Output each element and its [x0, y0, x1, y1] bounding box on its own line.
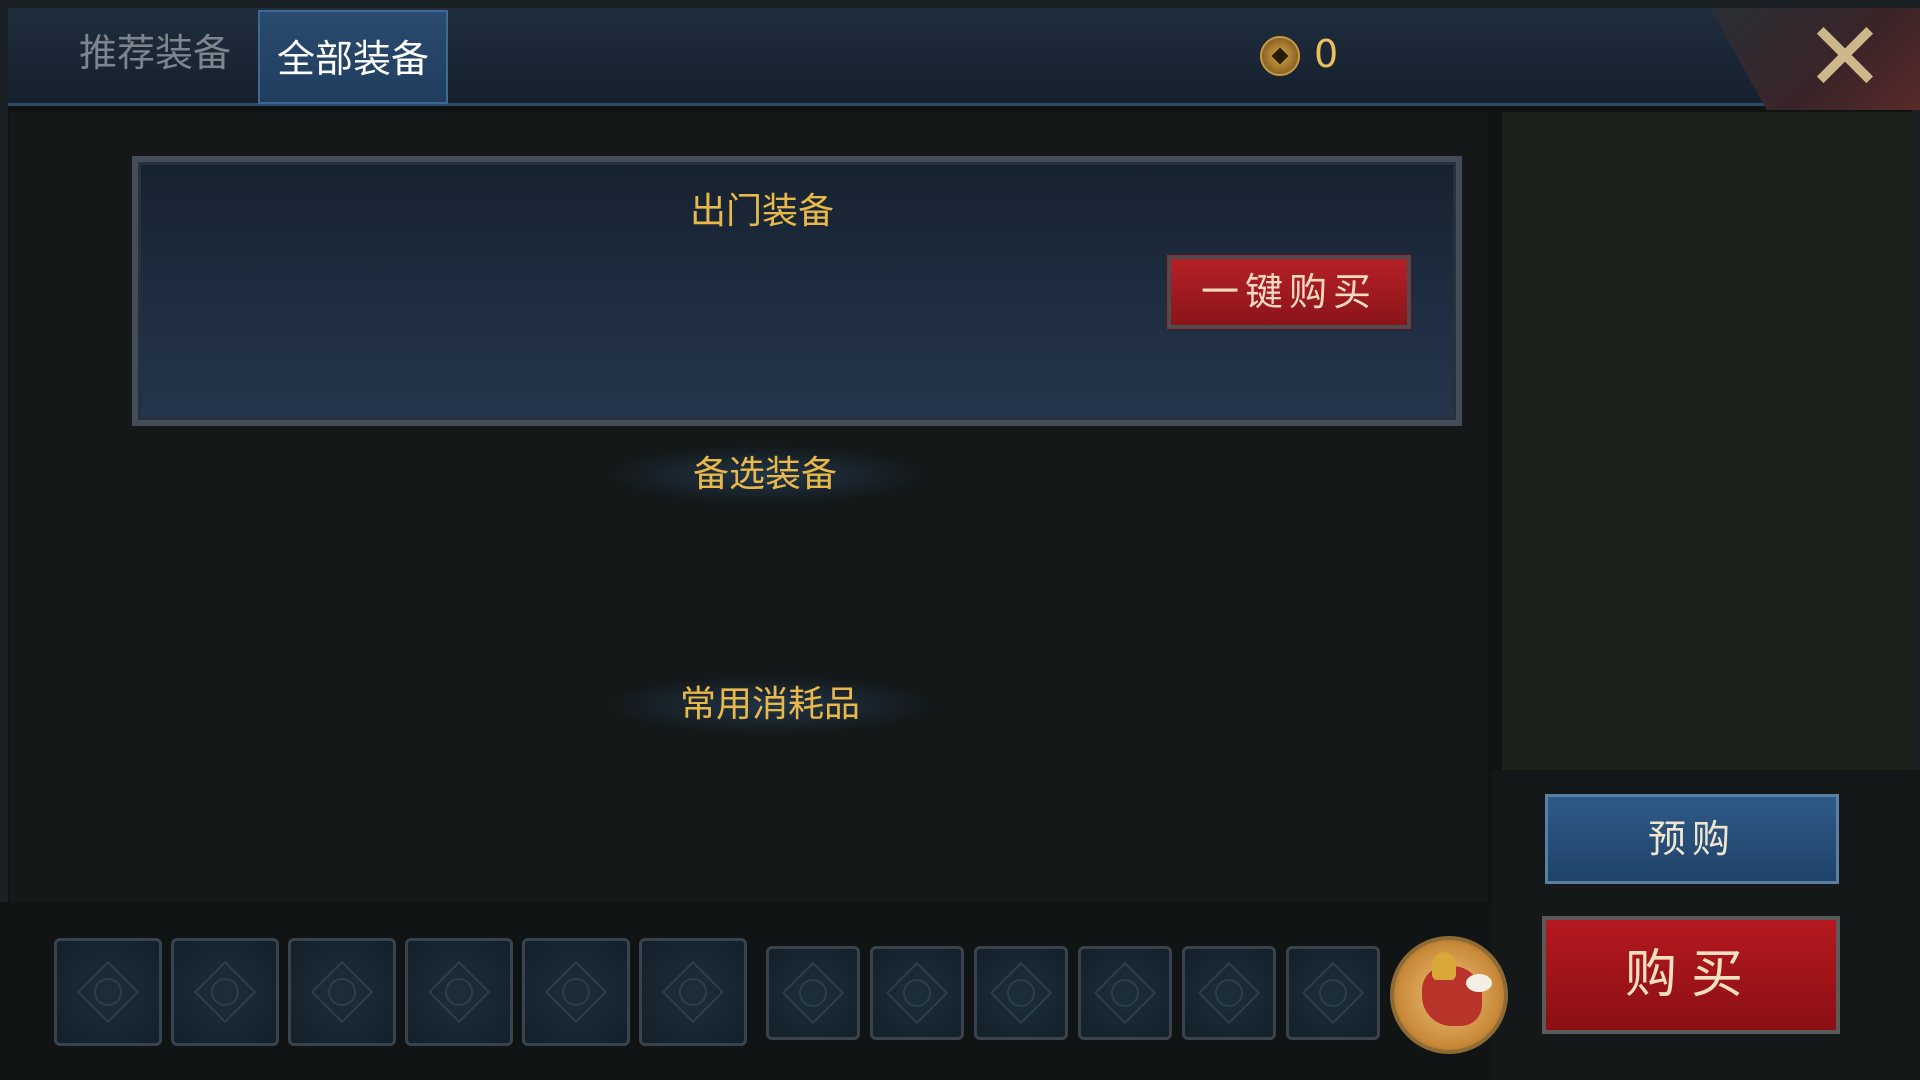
slot-emblem-icon	[544, 960, 608, 1024]
tab-all-equipment[interactable]: 全部装备	[258, 10, 448, 104]
consumable-slot[interactable]	[1078, 946, 1172, 1040]
slot-emblem-icon	[1301, 961, 1365, 1025]
slot-emblem-icon	[193, 960, 257, 1024]
coin-icon	[1260, 36, 1300, 76]
equipment-slot[interactable]	[405, 938, 513, 1046]
equipment-slot[interactable]	[639, 938, 747, 1046]
starting-equipment-title: 出门装备	[690, 191, 835, 232]
slot-emblem-icon	[661, 960, 725, 1024]
pet-creature	[1422, 952, 1492, 1026]
item-detail-panel	[1502, 112, 1912, 770]
consumable-slot[interactable]	[974, 946, 1068, 1040]
slot-emblem-icon	[427, 960, 491, 1024]
consumable-slot[interactable]	[766, 946, 860, 1040]
winged-horse-pet-icon[interactable]	[1390, 936, 1508, 1054]
consumables-label: 常用消耗品	[610, 676, 930, 734]
slot-emblem-icon	[781, 961, 845, 1025]
alternative-equipment-label: 备选装备	[610, 446, 920, 504]
prebuy-button[interactable]: 预购	[1545, 794, 1839, 884]
slot-emblem-icon	[1093, 961, 1157, 1025]
slot-emblem-icon	[76, 960, 140, 1024]
consumable-slot[interactable]	[1286, 946, 1380, 1040]
slot-emblem-icon	[1197, 961, 1261, 1025]
consumable-slot[interactable]	[1182, 946, 1276, 1040]
close-icon[interactable]: ✕	[1800, 9, 1890, 105]
one-click-buy-button[interactable]: 一键购买	[1167, 255, 1411, 329]
equipment-slot[interactable]	[522, 938, 630, 1046]
equipment-slot[interactable]	[171, 938, 279, 1046]
slot-emblem-icon	[310, 960, 374, 1024]
equipment-slot[interactable]	[288, 938, 396, 1046]
coin-amount: 0	[1314, 32, 1339, 76]
slot-emblem-icon	[989, 961, 1053, 1025]
slot-emblem-icon	[885, 961, 949, 1025]
buy-button[interactable]: 购买	[1542, 916, 1840, 1034]
consumable-slot[interactable]	[870, 946, 964, 1040]
equipment-slot[interactable]	[54, 938, 162, 1046]
tab-recommended-equipment[interactable]: 推荐装备	[70, 8, 240, 98]
